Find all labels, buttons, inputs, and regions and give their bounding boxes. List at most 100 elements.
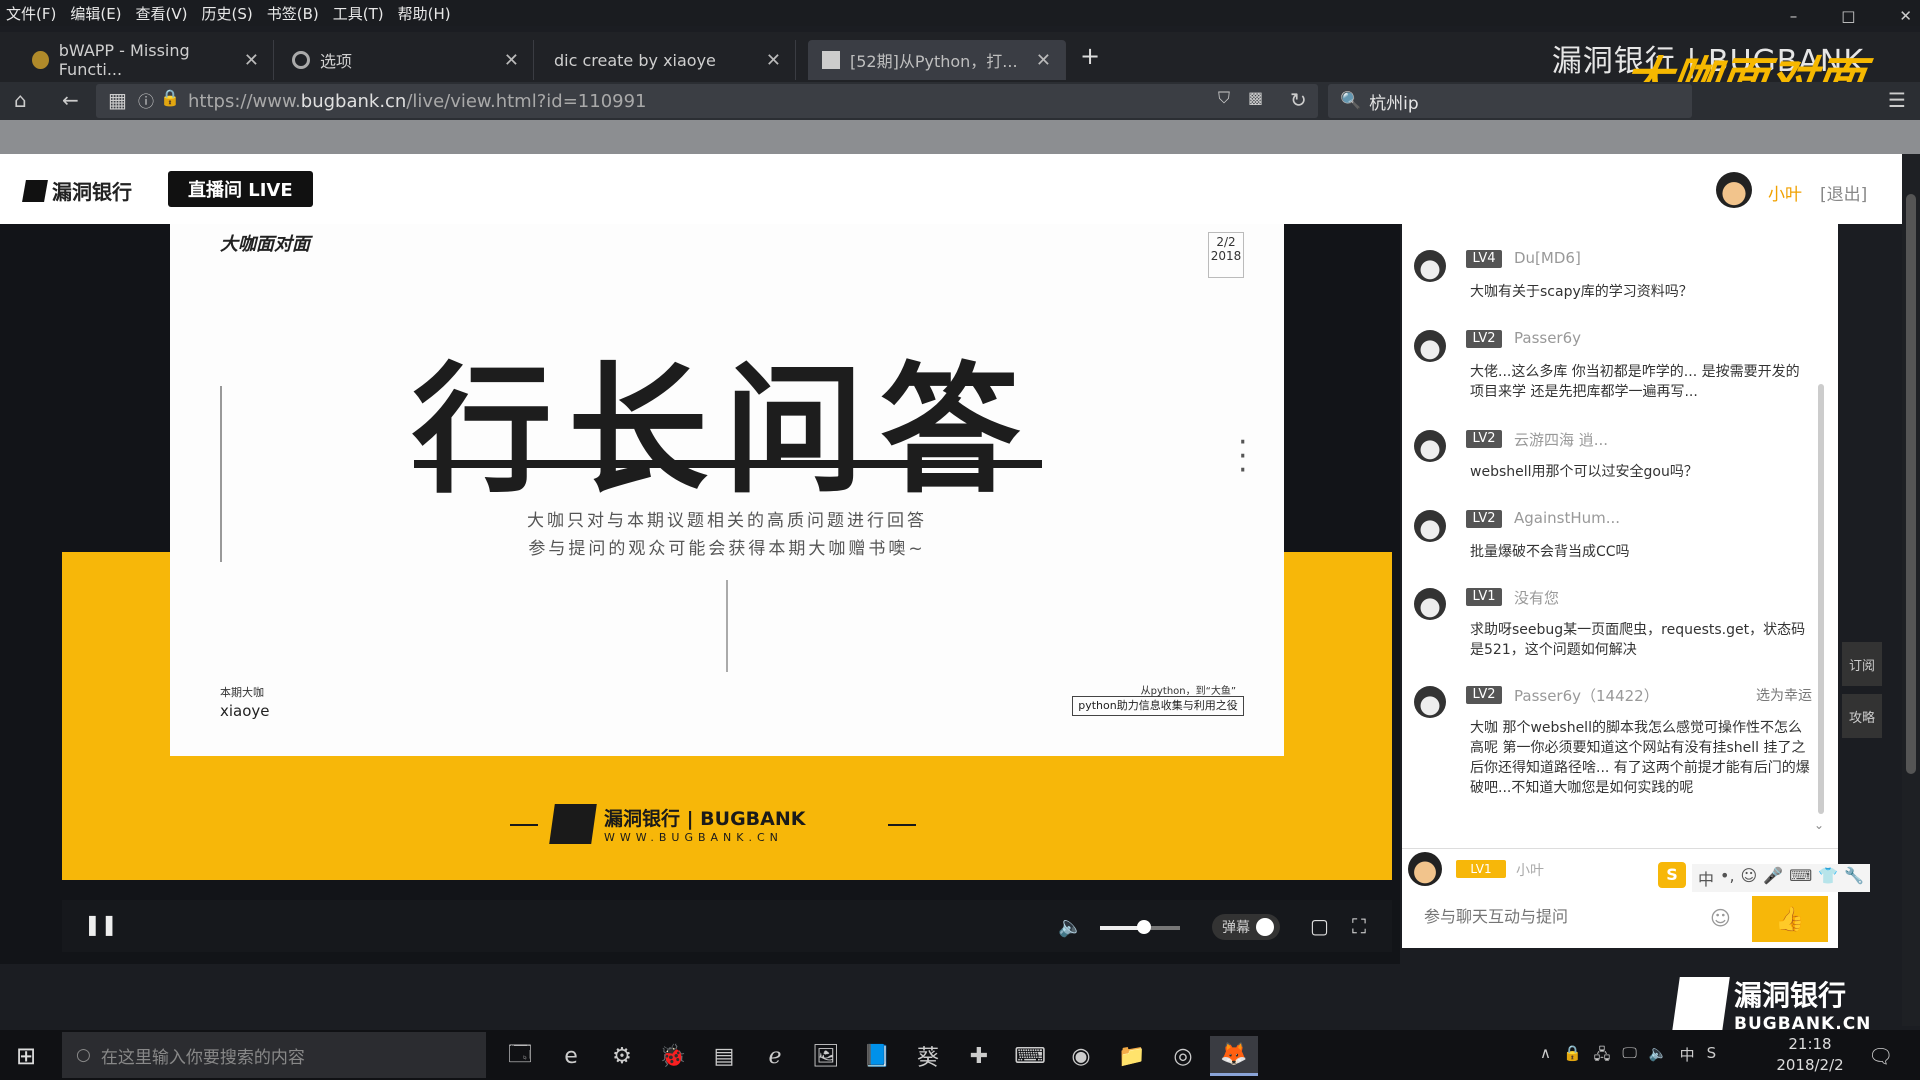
info-icon[interactable]: ⓘ xyxy=(138,88,154,112)
tab-python-live[interactable]: [52期]从Python，打... ✕ xyxy=(808,40,1066,80)
chat-scrollbar[interactable] xyxy=(1818,384,1824,814)
minimize-button[interactable]: – xyxy=(1790,7,1798,25)
side-tab-guide[interactable]: 攻略 xyxy=(1842,694,1882,738)
tray-expand-icon[interactable]: ∧ xyxy=(1540,1044,1551,1069)
chat-username[interactable]: 没有您 xyxy=(1514,587,1559,608)
address-bar[interactable]: https://www. bugbank.cn/live/view.html?id… xyxy=(96,84,1318,118)
fullscreen-button[interactable]: ⛶ xyxy=(1352,914,1366,938)
page-scrollbar[interactable] xyxy=(1902,154,1920,1026)
tray-lock-icon[interactable]: 🔒 xyxy=(1563,1044,1582,1069)
ime-lang[interactable]: 中 xyxy=(1698,866,1714,890)
tab-close-icon[interactable]: ✕ xyxy=(504,50,519,71)
window-icon[interactable]: ▤ xyxy=(700,1036,748,1076)
logout-link[interactable]: [退出] xyxy=(1820,180,1867,205)
chrome-icon[interactable]: ◉ xyxy=(1057,1036,1105,1076)
home-icon[interactable]: ⌂ xyxy=(14,88,27,112)
tool-icon[interactable]: ✚ xyxy=(955,1036,1003,1076)
tab-bwapp[interactable]: bWAPP - Missing Functi... ✕ xyxy=(18,40,274,80)
tab-close-icon[interactable]: ✕ xyxy=(244,50,259,71)
select-lucky-link[interactable]: 选为幸运 xyxy=(1756,685,1812,705)
folder-icon[interactable]: 📁 xyxy=(1108,1036,1156,1076)
tab-dic-create[interactable]: dic create by xiaoye ✕ xyxy=(540,40,796,80)
pause-button[interactable]: ❚❚ xyxy=(84,912,118,936)
ie-icon[interactable]: ℯ xyxy=(751,1036,799,1076)
pip-button[interactable]: ▢ xyxy=(1310,914,1329,938)
ime-logo-icon[interactable]: S xyxy=(1658,862,1686,888)
clock[interactable]: 21:18 2018/2/2 xyxy=(1770,1034,1850,1076)
menu-bookmarks[interactable]: 书签(B) xyxy=(267,3,319,24)
back-icon[interactable]: ← xyxy=(62,88,79,112)
chat-avatar[interactable] xyxy=(1414,330,1446,362)
tab-close-icon[interactable]: ✕ xyxy=(1036,50,1051,71)
user-avatar[interactable] xyxy=(1716,172,1752,208)
chat-username[interactable]: Passer6y（14422） xyxy=(1514,685,1659,706)
tray-network-icon[interactable]: 🖧 xyxy=(1594,1044,1611,1069)
shield-icon[interactable]: ⛉ xyxy=(1218,88,1230,108)
tray-display-icon[interactable]: 🖵 xyxy=(1622,1044,1636,1069)
slide-page-indicator: 2/2 2018 xyxy=(1208,232,1244,278)
kwai-icon[interactable]: 葵 xyxy=(904,1036,952,1076)
menu-history[interactable]: 历史(S) xyxy=(202,3,253,24)
firefox-icon[interactable]: 🦊 xyxy=(1210,1036,1258,1076)
reload-icon[interactable]: ↻ xyxy=(1290,88,1307,112)
menu-icon[interactable]: ☰ xyxy=(1888,88,1906,112)
menu-file[interactable]: 文件(F) xyxy=(6,3,56,24)
ime-mic-icon[interactable]: 🎤 xyxy=(1763,866,1783,890)
qr-icon[interactable]: ▩ xyxy=(1248,88,1263,107)
close-window-button[interactable]: ✕ xyxy=(1899,7,1912,25)
menu-edit[interactable]: 编辑(E) xyxy=(70,3,121,24)
menu-help[interactable]: 帮助(H) xyxy=(398,3,451,24)
level-badge: LV2 xyxy=(1466,510,1502,528)
taskbar-search[interactable]: ○ 在这里输入你要搜索的内容 xyxy=(62,1032,486,1078)
chat-username[interactable]: 云游四海 逍... xyxy=(1514,429,1608,450)
menu-tools[interactable]: 工具(T) xyxy=(333,3,384,24)
emoji-icon[interactable]: ☺ xyxy=(1710,906,1731,930)
settings-icon[interactable]: ⚙ xyxy=(598,1036,646,1076)
chat-avatar[interactable] xyxy=(1414,588,1446,620)
edge-icon[interactable]: e xyxy=(547,1036,595,1076)
chat-avatar[interactable] xyxy=(1414,510,1446,542)
book-icon[interactable]: 📘 xyxy=(853,1036,901,1076)
ime-tools-icon[interactable]: 🔧 xyxy=(1844,866,1864,890)
like-button[interactable]: 👍 xyxy=(1752,896,1828,942)
ime-emoji-icon[interactable]: ☺ xyxy=(1741,866,1758,890)
menu-view[interactable]: 查看(V) xyxy=(136,3,188,24)
danmaku-toggle[interactable]: 弹幕 xyxy=(1212,914,1280,940)
tray-volume-icon[interactable]: 🔈 xyxy=(1649,1044,1668,1069)
new-tab-button[interactable]: + xyxy=(1080,42,1100,70)
tab-options[interactable]: 选项 ✕ xyxy=(278,40,534,80)
bookmark-icon[interactable]: ▦ xyxy=(108,88,127,112)
volume-knob[interactable] xyxy=(1137,920,1151,934)
task-view-icon[interactable]: 🗔 xyxy=(496,1036,544,1076)
tray-lang[interactable]: 中 xyxy=(1680,1044,1695,1069)
page-scroll-thumb[interactable] xyxy=(1906,194,1916,774)
image-viewer-icon[interactable]: 🖼 xyxy=(802,1036,850,1076)
ime-punct[interactable]: •, xyxy=(1720,866,1735,890)
chat-input[interactable] xyxy=(1410,898,1710,938)
chat-username[interactable]: Passer6y xyxy=(1514,329,1581,347)
user-name[interactable]: 小叶 xyxy=(1768,180,1802,205)
chat-avatar[interactable] xyxy=(1414,430,1446,462)
chat-username[interactable]: Du[MD6] xyxy=(1514,249,1581,267)
chat-avatar[interactable] xyxy=(1414,686,1446,718)
ime-keyboard-icon[interactable]: ⌨ xyxy=(1789,866,1812,890)
volume-icon[interactable]: 🔈 xyxy=(1058,914,1083,938)
scroll-down-icon[interactable]: ⌄ xyxy=(1814,818,1824,832)
maximize-button[interactable]: □ xyxy=(1841,7,1855,25)
windows-start-icon[interactable]: ⊞ xyxy=(16,1042,36,1070)
clock-time: 21:18 xyxy=(1788,1035,1832,1053)
tab-close-icon[interactable]: ✕ xyxy=(766,50,781,71)
aperture-icon[interactable]: ◎ xyxy=(1159,1036,1207,1076)
gear-icon xyxy=(292,51,310,69)
tray-ime-icon[interactable]: S xyxy=(1707,1044,1717,1069)
ime-skin-icon[interactable]: 👕 xyxy=(1818,866,1838,890)
chat-username[interactable]: AgainstHum... xyxy=(1514,509,1620,527)
site-logo[interactable]: 漏洞银行 xyxy=(22,176,132,205)
search-input[interactable]: 🔍 杭州ip xyxy=(1328,84,1692,118)
notification-icon[interactable]: 🗨 xyxy=(1868,1044,1893,1068)
bug-tool-icon[interactable]: 🐞 xyxy=(649,1036,697,1076)
chat-avatar[interactable] xyxy=(1414,250,1446,282)
keyboard-icon[interactable]: ⌨ xyxy=(1006,1036,1054,1076)
live-room-badge[interactable]: 直播间 LIVE xyxy=(168,171,313,207)
side-tab-subscribe[interactable]: 订阅 xyxy=(1842,642,1882,686)
